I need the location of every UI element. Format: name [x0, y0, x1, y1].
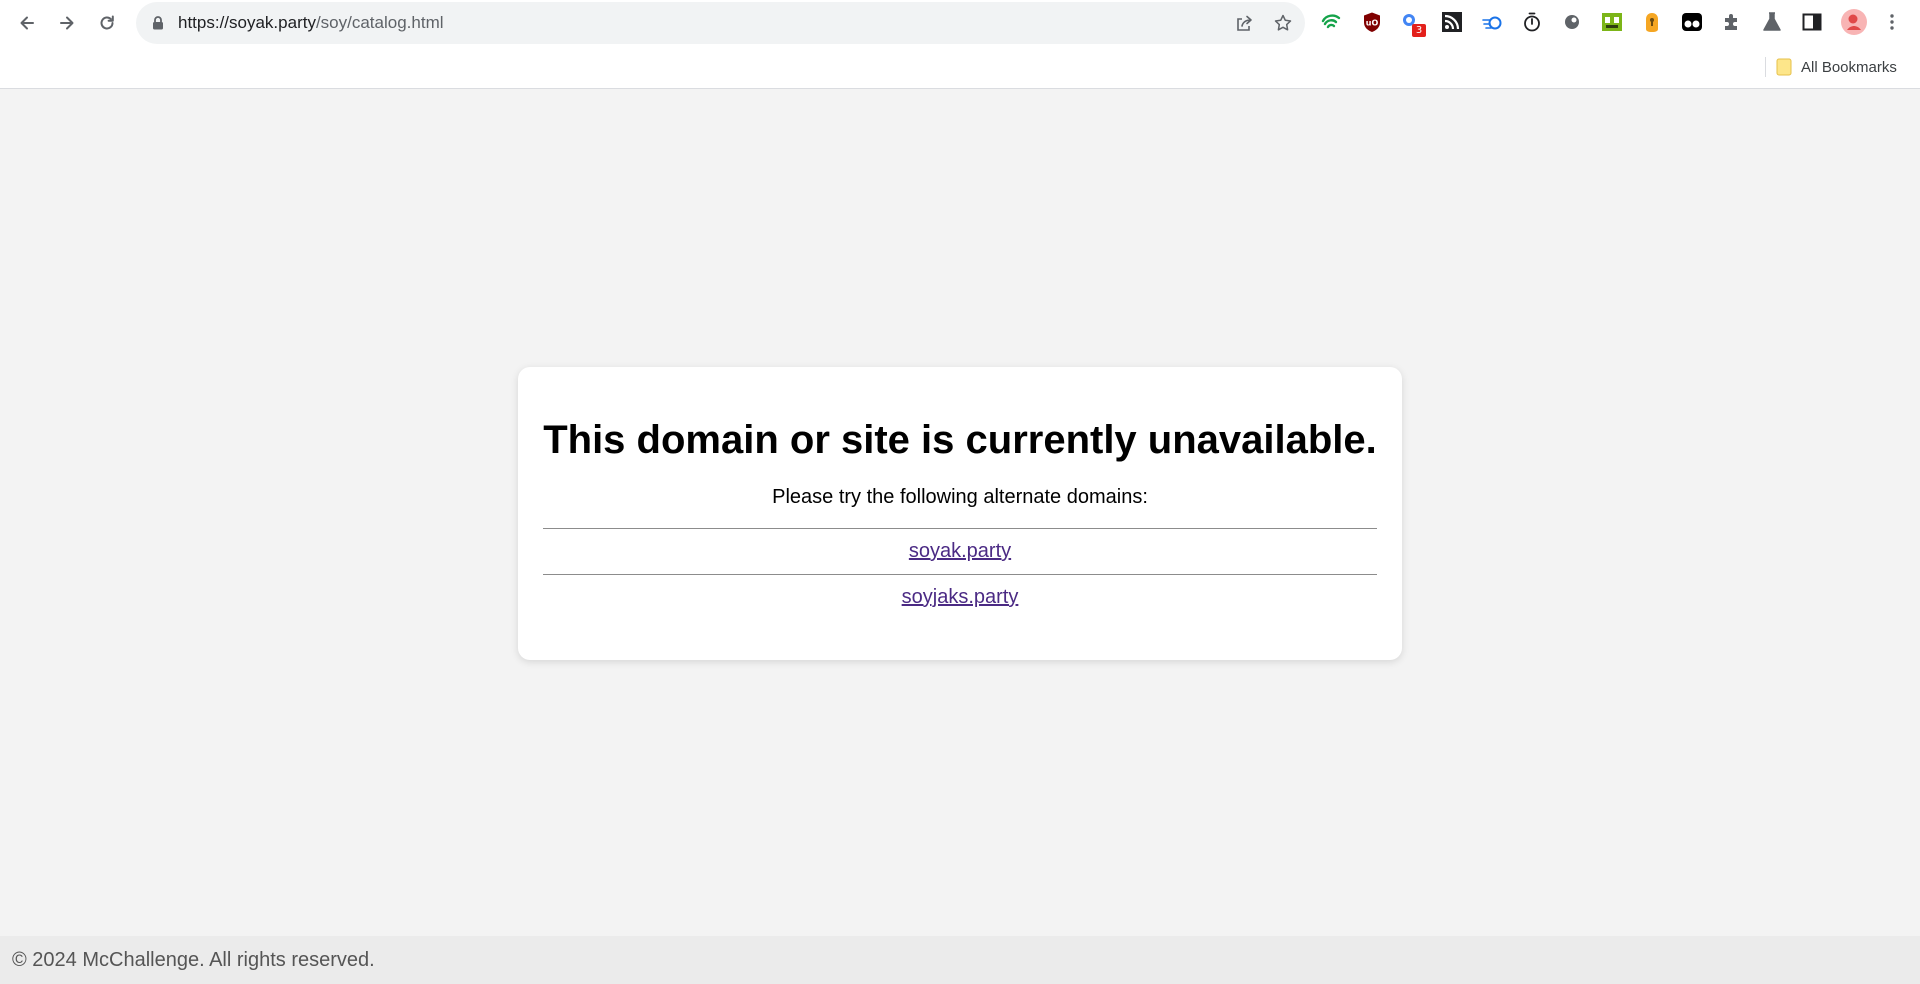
url-text[interactable]: https://soyak.party/soy/catalog.html — [178, 2, 444, 44]
page-footer: © 2024 McChallenge. All rights reserved. — [0, 936, 1920, 984]
bookmark-star-button[interactable] — [1272, 12, 1294, 34]
alternate-domain-list: soyak.party soyjaks.party — [543, 528, 1377, 619]
browser-chrome: https://soyak.party/soy/catalog.html uO … — [0, 0, 1920, 89]
url-path: /soy/catalog.html — [315, 13, 444, 32]
labs-flask-icon[interactable] — [1760, 10, 1784, 34]
alternate-domain-link[interactable]: soyjaks.party — [902, 586, 1019, 608]
gaming-icon[interactable] — [1600, 10, 1624, 34]
profile-avatar[interactable] — [1840, 8, 1868, 36]
svg-text:uO: uO — [1366, 19, 1379, 28]
address-bar[interactable]: https://soyak.party/soy/catalog.html — [136, 2, 1305, 44]
page-heading: This domain or site is currently unavail… — [543, 418, 1377, 462]
extension-badge: 3 — [1412, 24, 1426, 37]
bookmarks-divider — [1765, 57, 1766, 77]
share-icon — [1237, 15, 1252, 31]
avatar-icon — [1841, 9, 1867, 35]
rss-icon[interactable] — [1440, 10, 1464, 34]
unavailable-card: This domain or site is currently unavail… — [518, 367, 1402, 660]
side-panel-icon[interactable] — [1800, 10, 1824, 34]
speed-dial-icon[interactable] — [1480, 10, 1504, 34]
list-item: soyak.party — [543, 529, 1377, 574]
all-bookmarks-button[interactable]: All Bookmarks — [1776, 54, 1897, 80]
notifier-icon[interactable]: 3 — [1400, 10, 1426, 37]
globe-icon[interactable] — [1560, 10, 1584, 34]
list-item: soyjaks.party — [543, 574, 1377, 619]
lock-icon[interactable] — [150, 15, 166, 31]
browser-toolbar: https://soyak.party/soy/catalog.html uO … — [0, 0, 1920, 46]
forward-button[interactable] — [51, 7, 83, 39]
copyright-text: © 2024 McChallenge. All rights reserved. — [12, 949, 375, 971]
back-button[interactable] — [11, 7, 43, 39]
guardian-shield-icon[interactable] — [1319, 10, 1343, 34]
star-icon — [1274, 14, 1292, 31]
alternate-domain-link[interactable]: soyak.party — [909, 540, 1011, 562]
reload-icon — [100, 15, 114, 30]
share-button[interactable] — [1233, 12, 1255, 34]
kebab-menu-icon — [1890, 14, 1894, 30]
puzzle-extensions-icon[interactable] — [1720, 10, 1744, 34]
reload-button[interactable] — [91, 7, 123, 39]
all-bookmarks-label: All Bookmarks — [1801, 58, 1897, 76]
browser-menu-button[interactable] — [1880, 10, 1904, 34]
bookmarks-bar: All Bookmarks — [0, 48, 1920, 84]
tampermonkey-icon[interactable] — [1680, 10, 1704, 34]
ublock-origin-icon[interactable]: uO — [1360, 10, 1384, 34]
stopwatch-icon[interactable] — [1520, 10, 1544, 34]
forward-arrow-icon — [60, 16, 74, 30]
url-host: https://soyak.party — [178, 13, 316, 32]
page-subheading: Please try the following alternate domai… — [772, 486, 1148, 508]
back-arrow-icon — [20, 16, 34, 30]
folder-icon — [1776, 58, 1792, 76]
keyhole-icon[interactable] — [1640, 10, 1664, 34]
